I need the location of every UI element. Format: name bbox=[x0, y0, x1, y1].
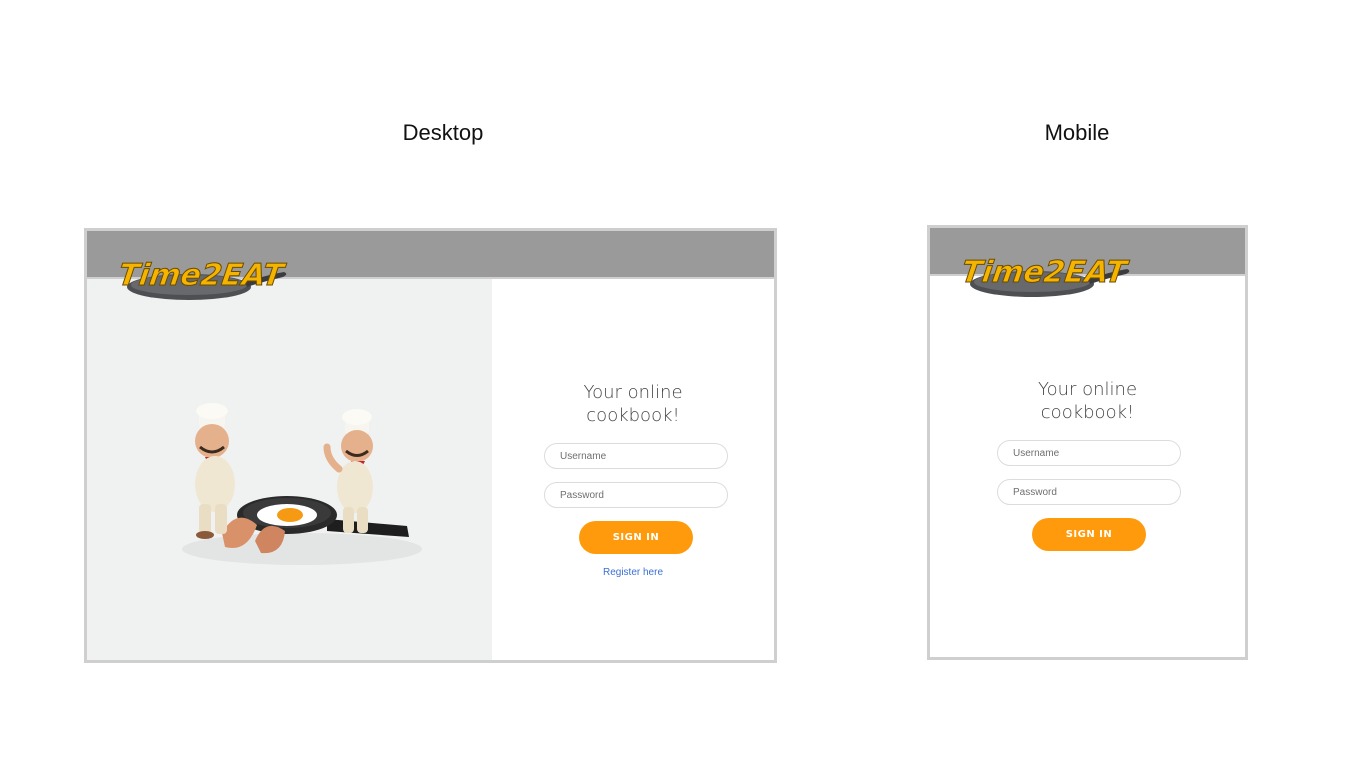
login-pane: Your online cookbook! SIGN IN Register h… bbox=[492, 279, 774, 660]
password-input[interactable] bbox=[997, 479, 1181, 505]
tagline-line-1: Your online bbox=[583, 382, 683, 403]
register-link[interactable]: Register here bbox=[492, 567, 774, 578]
tagline-line-2: cookbook! bbox=[1040, 402, 1135, 423]
mobile-mockup: Time2EAT Your online cookbook! SIGN IN bbox=[927, 225, 1248, 660]
tagline: Your online cookbook! bbox=[930, 378, 1245, 424]
tagline: Your online cookbook! bbox=[492, 381, 774, 427]
password-input[interactable] bbox=[544, 482, 728, 508]
logo-text: Time2EAT bbox=[119, 258, 288, 293]
chefs-with-egg-pan-image bbox=[182, 403, 422, 565]
mobile-caption: Mobile bbox=[1044, 120, 1110, 145]
desktop-caption: Desktop bbox=[402, 120, 484, 145]
time2eat-logo[interactable]: Time2EAT bbox=[962, 242, 1132, 300]
desktop-mockup: Time2EAT Your online cookbook! Username … bbox=[84, 228, 777, 663]
sign-in-button[interactable]: SIGN IN bbox=[1032, 518, 1146, 551]
sign-in-button[interactable]: SIGN IN bbox=[579, 521, 693, 554]
username-input[interactable] bbox=[544, 443, 728, 469]
tagline-line-2: cookbook! bbox=[586, 405, 680, 426]
logo-text: Time2EAT bbox=[962, 255, 1131, 290]
tagline-line-1: Your online bbox=[1037, 379, 1138, 400]
hero-image-pane bbox=[87, 279, 492, 660]
time2eat-logo[interactable]: Time2EAT bbox=[119, 245, 289, 303]
username-input[interactable] bbox=[997, 440, 1181, 466]
